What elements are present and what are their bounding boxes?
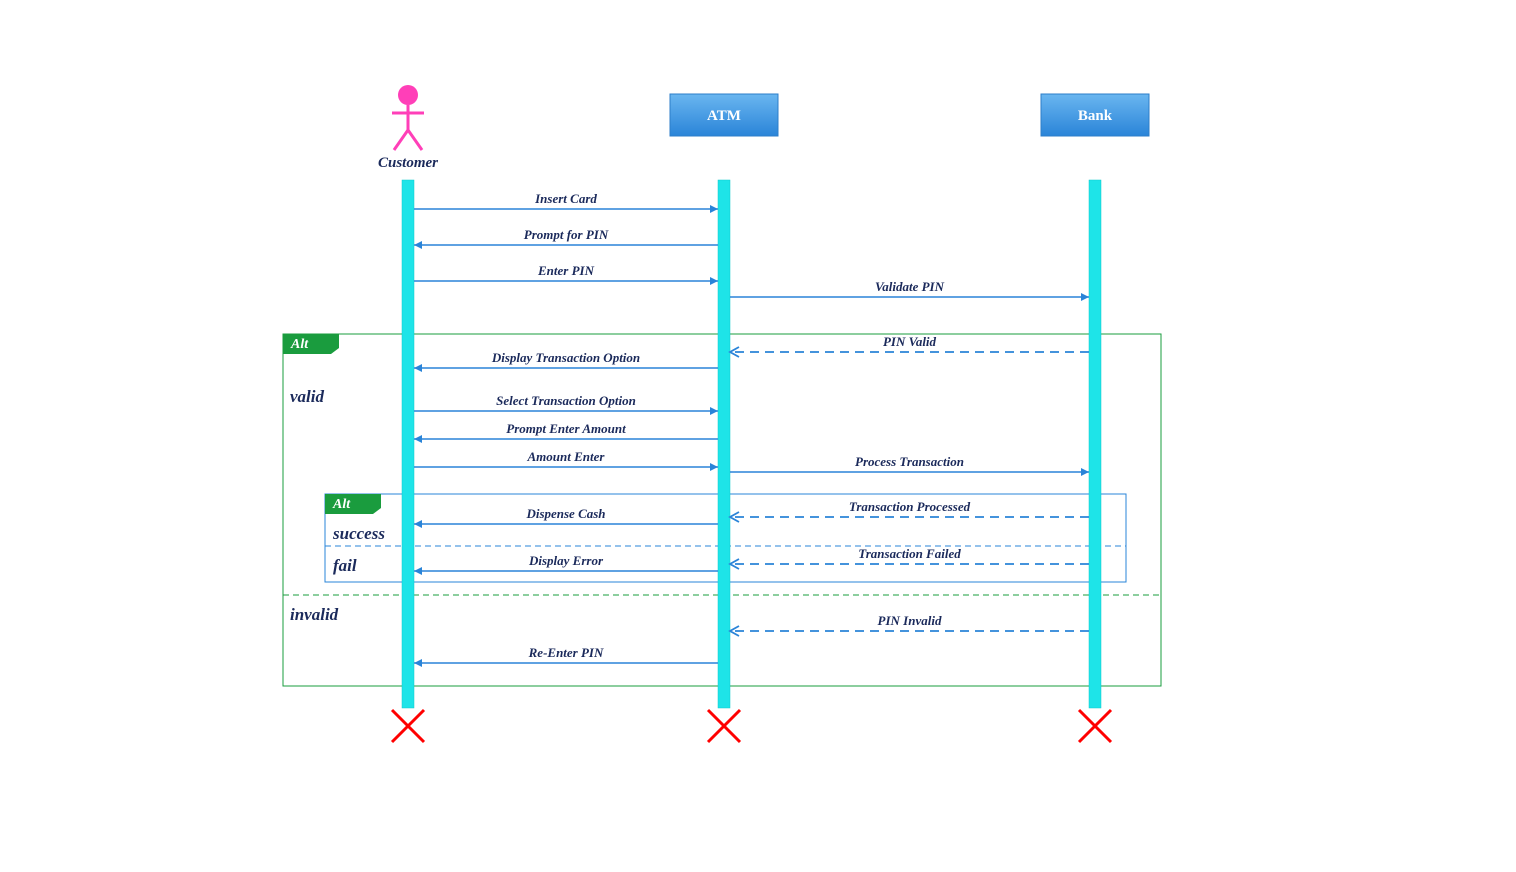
message-m5: PIN Valid bbox=[730, 334, 1089, 357]
actor-label-customer: Customer bbox=[378, 155, 438, 171]
message-label: Enter PIN bbox=[537, 263, 595, 278]
message-m2: Prompt for PIN bbox=[414, 227, 718, 249]
message-m11: Transaction Processed bbox=[730, 499, 1089, 522]
guard-label: invalid bbox=[290, 605, 339, 624]
message-m14: Display Error bbox=[414, 553, 718, 575]
message-label: Transaction Failed bbox=[858, 546, 961, 561]
message-label: Prompt for PIN bbox=[524, 227, 609, 242]
message-m8: Prompt Enter Amount bbox=[414, 421, 718, 443]
lifeline-customer: Customer bbox=[378, 85, 438, 742]
message-label: PIN Valid bbox=[883, 334, 937, 349]
message-m6: Display Transaction Option bbox=[414, 350, 718, 372]
alt-label: Alt bbox=[290, 337, 309, 352]
lifeline-label-bank: Bank bbox=[1078, 108, 1113, 124]
lifeline-label-atm: ATM bbox=[707, 108, 741, 124]
message-m1: Insert Card bbox=[414, 191, 718, 213]
message-m12: Dispense Cash bbox=[414, 506, 718, 528]
message-m13: Transaction Failed bbox=[730, 546, 1089, 569]
message-label: Insert Card bbox=[534, 191, 597, 206]
message-m3: Enter PIN bbox=[414, 263, 718, 285]
message-m4: Validate PIN bbox=[730, 279, 1089, 301]
guard-label: success bbox=[332, 524, 385, 543]
message-m7: Select Transaction Option bbox=[414, 393, 718, 415]
message-label: Validate PIN bbox=[875, 279, 945, 294]
guard-label: fail bbox=[333, 556, 357, 575]
message-label: Dispense Cash bbox=[525, 506, 605, 521]
message-label: Process Transaction bbox=[855, 454, 964, 469]
message-label: PIN Invalid bbox=[878, 613, 942, 628]
message-label: Display Transaction Option bbox=[491, 350, 640, 365]
message-label: Select Transaction Option bbox=[496, 393, 636, 408]
lifeline-atm: ATM bbox=[670, 94, 778, 742]
message-label: Transaction Processed bbox=[849, 499, 971, 514]
message-m15: PIN Invalid bbox=[730, 613, 1089, 636]
lifeline-bank: Bank bbox=[1041, 94, 1149, 742]
message-label: Re-Enter PIN bbox=[528, 645, 604, 660]
sequence-diagram: Alt valid invalid Alt success fail Customer ATM… bbox=[0, 0, 1516, 872]
message-m10: Process Transaction bbox=[730, 454, 1089, 476]
guard-label: valid bbox=[290, 387, 324, 406]
message-m16: Re-Enter PIN bbox=[414, 645, 718, 667]
message-m9: Amount Enter bbox=[414, 449, 718, 471]
message-label: Prompt Enter Amount bbox=[506, 421, 626, 436]
message-label: Amount Enter bbox=[527, 449, 606, 464]
alt-label: Alt bbox=[332, 497, 351, 512]
message-label: Display Error bbox=[528, 553, 604, 568]
